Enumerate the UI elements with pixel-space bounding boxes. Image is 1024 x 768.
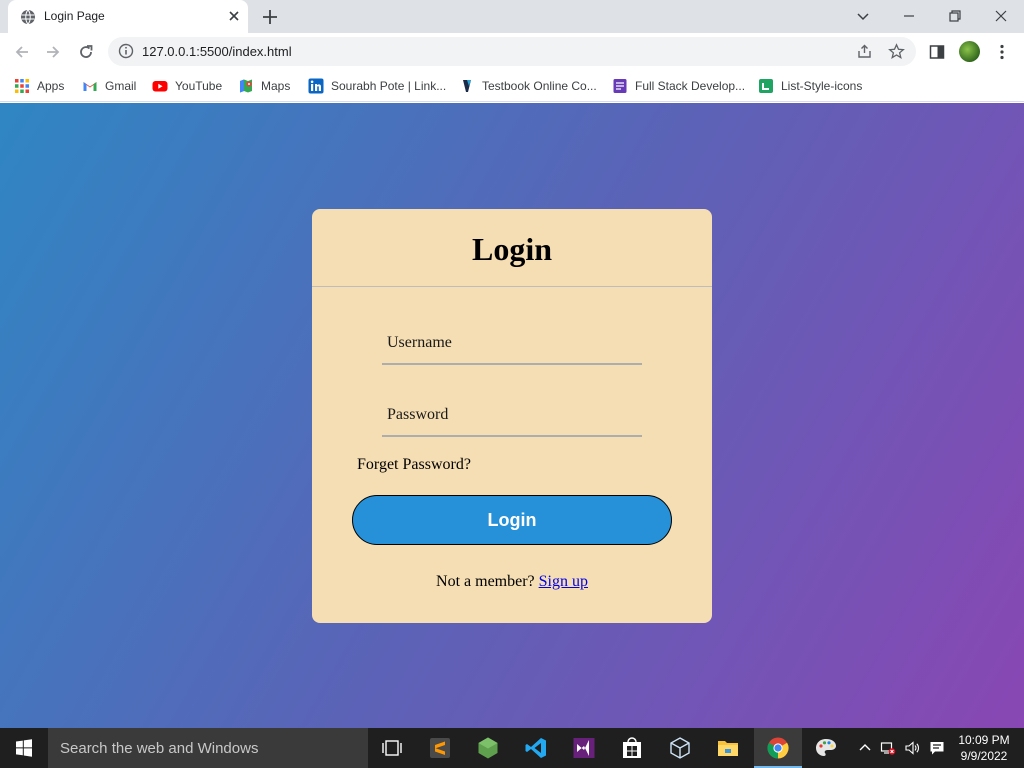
page-background: Login Forget Password? Login Not a membe…	[0, 103, 1024, 728]
windows-logo-icon	[16, 739, 32, 757]
clock-date: 9/9/2022	[960, 749, 1008, 763]
address-bar[interactable]: 127.0.0.1:5500/index.html	[108, 37, 916, 66]
3d-cube-icon	[670, 737, 690, 759]
taskbar-file-explorer[interactable]	[704, 728, 752, 768]
share-icon[interactable]	[856, 43, 873, 60]
close-window-icon[interactable]	[992, 7, 1010, 25]
taskbar-3d-viewer[interactable]	[656, 728, 704, 768]
windows-taskbar: Search the web and Windows 10:09 PM 9/9/…	[0, 728, 1024, 768]
username-field-wrapper	[382, 323, 642, 365]
back-arrow-icon[interactable]	[12, 42, 32, 62]
taskbar-visual-studio[interactable]	[560, 728, 608, 768]
signup-link[interactable]: Sign up	[539, 573, 588, 590]
restore-icon[interactable]	[946, 7, 964, 25]
start-button[interactable]	[0, 728, 48, 768]
tab-search-chevron-icon[interactable]	[854, 7, 872, 25]
taskbar-search-placeholder: Search the web and Windows	[60, 740, 259, 757]
task-view-button[interactable]	[368, 728, 416, 768]
bookmark-label: Full Stack Develop...	[635, 79, 746, 93]
bookmark-linkedin[interactable]: Sourabh Pote | Link...	[308, 77, 446, 95]
url-text[interactable]: 127.0.0.1:5500/index.html	[142, 44, 292, 59]
new-tab-icon[interactable]	[261, 8, 279, 26]
linkedin-icon	[308, 78, 324, 94]
bookmark-gmail[interactable]: Gmail	[82, 77, 136, 95]
task-view-icon	[382, 740, 402, 756]
youtube-icon	[152, 81, 168, 92]
tab-title: Login Page	[44, 9, 105, 23]
taskbar-chrome[interactable]	[754, 728, 802, 768]
site-info-icon[interactable]	[118, 43, 134, 59]
heading-divider	[312, 286, 712, 287]
tab-login-page[interactable]: Login Page	[8, 0, 248, 33]
bookmark-label: List-Style-icons	[781, 79, 863, 93]
bookmark-testbook[interactable]: Testbook Online Co...	[459, 77, 597, 95]
taskbar-clock[interactable]: 10:09 PM 9/9/2022	[950, 732, 1018, 764]
bookmark-star-icon[interactable]	[888, 43, 905, 60]
taskbar-sublime-text[interactable]	[416, 728, 464, 768]
bookmark-maps[interactable]: Maps	[238, 77, 290, 95]
show-hidden-icons-chevron-icon[interactable]	[857, 740, 873, 756]
forgot-password-link[interactable]: Forget Password?	[357, 456, 471, 474]
taskbar-nodejs[interactable]	[464, 728, 512, 768]
taskbar-search[interactable]: Search the web and Windows	[48, 728, 368, 768]
gmail-icon	[83, 82, 97, 91]
clock-time: 10:09 PM	[958, 733, 1010, 747]
reload-icon[interactable]	[76, 42, 96, 62]
testbook-icon	[463, 80, 471, 92]
sublime-text-icon	[430, 738, 450, 758]
bookmark-full-stack[interactable]: Full Stack Develop...	[612, 77, 745, 95]
more-menu-icon[interactable]	[993, 43, 1011, 61]
store-icon	[623, 737, 641, 758]
course-icon	[613, 79, 627, 93]
paint-palette-icon	[816, 739, 836, 756]
browser-toolbar: 127.0.0.1:5500/index.html	[0, 33, 1024, 70]
network-disconnected-icon[interactable]	[880, 740, 896, 756]
bookmark-youtube[interactable]: YouTube	[152, 77, 222, 95]
globe-icon	[21, 9, 35, 25]
taskbar-vscode[interactable]	[512, 728, 560, 768]
bookmark-label: YouTube	[175, 79, 223, 93]
signup-prompt: Not a member?	[436, 573, 535, 590]
bookmark-label: Apps	[37, 79, 65, 93]
maps-icon	[240, 79, 252, 93]
bookmark-label: Maps	[261, 79, 291, 93]
vscode-icon	[525, 738, 546, 758]
password-input[interactable]	[382, 395, 642, 435]
login-card: Login Forget Password? Login Not a membe…	[312, 209, 712, 623]
bookmark-label: Sourabh Pote | Link...	[331, 79, 447, 93]
taskbar-paint[interactable]	[802, 728, 850, 768]
login-heading: Login	[471, 231, 553, 267]
bookmark-list-style-icons[interactable]: List-Style-icons	[758, 77, 862, 95]
taskbar-store[interactable]	[608, 728, 656, 768]
username-input[interactable]	[382, 323, 642, 363]
apps-grid-icon	[15, 79, 29, 93]
side-panel-icon[interactable]	[928, 43, 946, 61]
volume-icon[interactable]	[904, 740, 920, 756]
minimize-icon[interactable]	[900, 7, 918, 25]
bookmarks-bar: Apps Gmail YouTube Maps Sourabh Pote | L…	[0, 70, 1024, 102]
nodejs-icon	[478, 737, 498, 759]
folder-icon	[718, 741, 738, 756]
profile-avatar[interactable]	[959, 41, 980, 62]
action-center-icon[interactable]	[929, 740, 945, 756]
bookmark-label: Testbook Online Co...	[482, 79, 597, 93]
password-field-wrapper	[382, 395, 642, 437]
visual-studio-icon	[573, 738, 595, 758]
bookmark-apps[interactable]: Apps	[14, 77, 64, 95]
login-button[interactable]: Login	[352, 495, 672, 545]
list-style-icon	[759, 79, 773, 93]
bookmark-label: Gmail	[105, 79, 137, 93]
signup-row: Not a member? Sign up	[312, 573, 712, 591]
forward-arrow-icon[interactable]	[43, 42, 63, 62]
close-tab-icon[interactable]	[226, 8, 242, 24]
chrome-icon	[767, 737, 789, 759]
tab-strip: Login Page	[0, 0, 1024, 33]
